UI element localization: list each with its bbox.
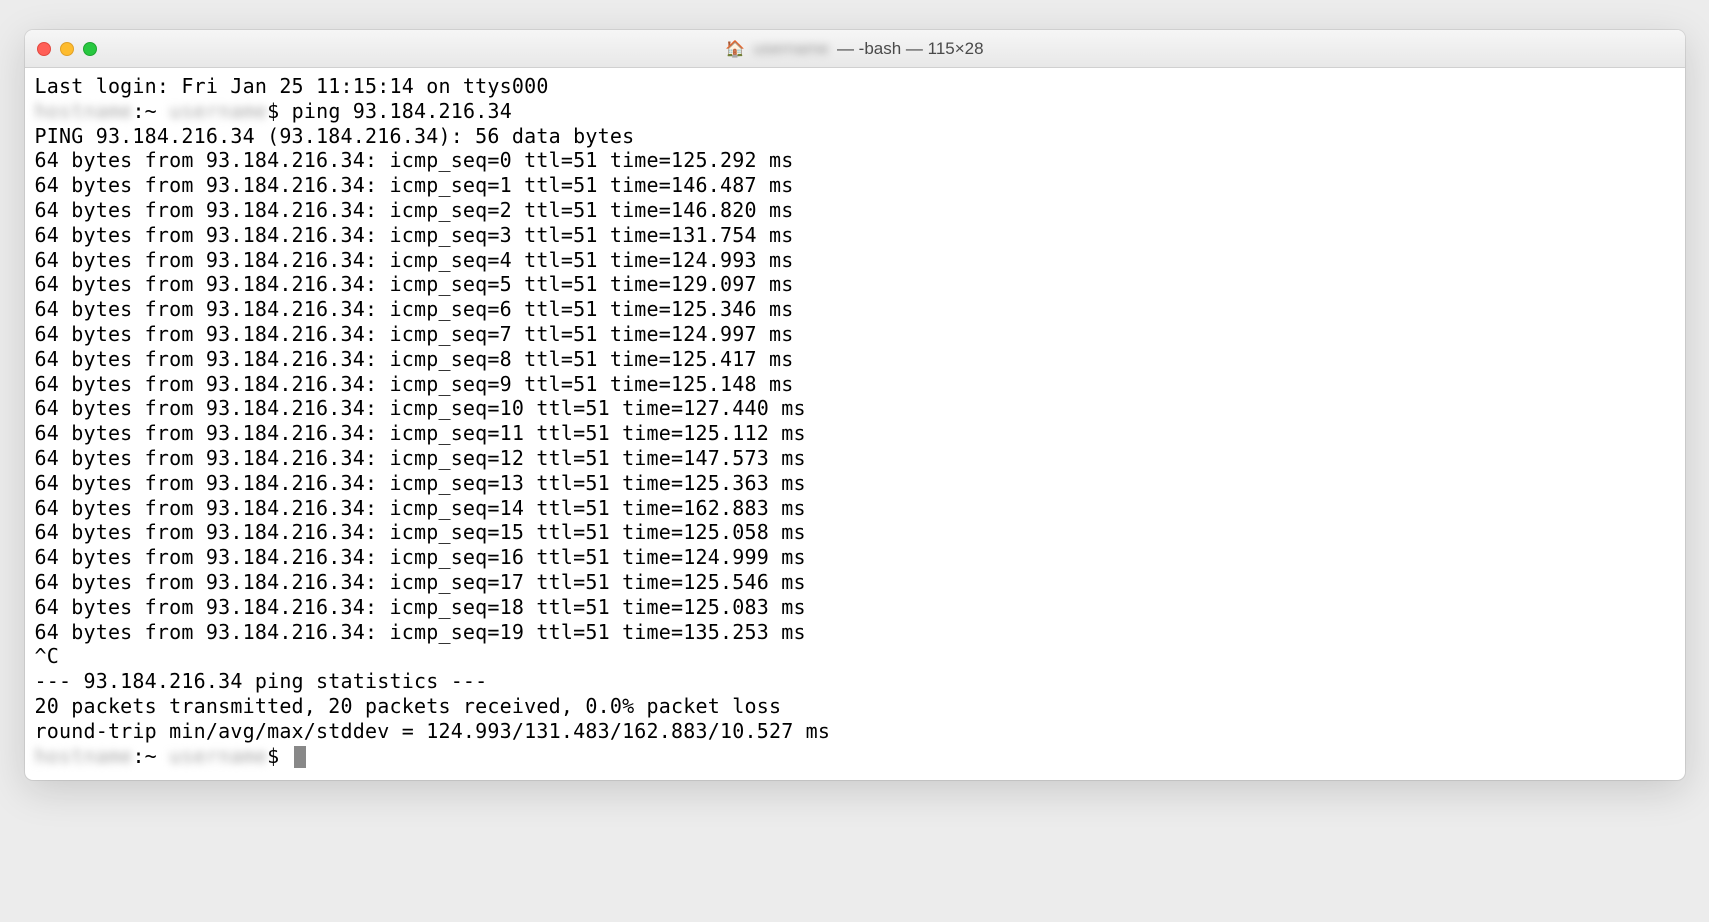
prompt-suffix: $ — [267, 744, 291, 768]
ping-reply-line: 64 bytes from 93.184.216.34: icmp_seq=10… — [35, 396, 1675, 421]
ping-reply-line: 64 bytes from 93.184.216.34: icmp_seq=5 … — [35, 272, 1675, 297]
maximize-button[interactable] — [83, 42, 97, 56]
window-titlebar[interactable]: 🏠 username — -bash — 115×28 — [25, 30, 1685, 68]
ping-reply-line: 64 bytes from 93.184.216.34: icmp_seq=2 … — [35, 198, 1675, 223]
stats-header-line: --- 93.184.216.34 ping statistics --- — [35, 669, 1675, 694]
ping-reply-line: 64 bytes from 93.184.216.34: icmp_seq=13… — [35, 471, 1675, 496]
stats-packets-line: 20 packets transmitted, 20 packets recei… — [35, 694, 1675, 719]
cursor — [294, 746, 306, 768]
ping-reply-line: 64 bytes from 93.184.216.34: icmp_seq=7 … — [35, 322, 1675, 347]
prompt-hostname-redacted: hostname — [35, 744, 133, 768]
ping-reply-line: 64 bytes from 93.184.216.34: icmp_seq=14… — [35, 496, 1675, 521]
ping-reply-line: 64 bytes from 93.184.216.34: icmp_seq=0 … — [35, 148, 1675, 173]
prompt-user-redacted: username — [169, 99, 267, 123]
ping-reply-line: 64 bytes from 93.184.216.34: icmp_seq=15… — [35, 520, 1675, 545]
ping-reply-line: 64 bytes from 93.184.216.34: icmp_seq=17… — [35, 570, 1675, 595]
window-title: 🏠 username — -bash — 115×28 — [725, 39, 983, 59]
home-icon: 🏠 — [725, 39, 745, 59]
ping-reply-line: 64 bytes from 93.184.216.34: icmp_seq=12… — [35, 446, 1675, 471]
title-shell-info: — -bash — 115×28 — [837, 39, 984, 59]
ping-replies: 64 bytes from 93.184.216.34: icmp_seq=0 … — [35, 148, 1675, 644]
ping-reply-line: 64 bytes from 93.184.216.34: icmp_seq=4 … — [35, 248, 1675, 273]
ping-reply-line: 64 bytes from 93.184.216.34: icmp_seq=9 … — [35, 372, 1675, 397]
close-button[interactable] — [37, 42, 51, 56]
command-text: ping 93.184.216.34 — [292, 99, 512, 123]
ping-reply-line: 64 bytes from 93.184.216.34: icmp_seq=11… — [35, 421, 1675, 446]
last-login-line: Last login: Fri Jan 25 11:15:14 on ttys0… — [35, 74, 1675, 99]
ping-reply-line: 64 bytes from 93.184.216.34: icmp_seq=3 … — [35, 223, 1675, 248]
ping-reply-line: 64 bytes from 93.184.216.34: icmp_seq=8 … — [35, 347, 1675, 372]
ping-reply-line: 64 bytes from 93.184.216.34: icmp_seq=6 … — [35, 297, 1675, 322]
prompt-user-redacted: username — [169, 744, 267, 768]
prompt-suffix: $ — [267, 99, 291, 123]
terminal-output[interactable]: Last login: Fri Jan 25 11:15:14 on ttys0… — [25, 68, 1685, 780]
ping-reply-line: 64 bytes from 93.184.216.34: icmp_seq=18… — [35, 595, 1675, 620]
title-user-redacted: username — [753, 39, 829, 59]
prompt-line-2: hostname:~ username$ — [35, 744, 1675, 769]
stats-rtt-line: round-trip min/avg/max/stddev = 124.993/… — [35, 719, 1675, 744]
prompt-mid: :~ — [132, 744, 169, 768]
prompt-hostname-redacted: hostname — [35, 99, 133, 123]
ping-header-line: PING 93.184.216.34 (93.184.216.34): 56 d… — [35, 124, 1675, 149]
ctrl-c-line: ^C — [35, 644, 1675, 669]
minimize-button[interactable] — [60, 42, 74, 56]
traffic-lights — [37, 42, 97, 56]
ping-reply-line: 64 bytes from 93.184.216.34: icmp_seq=1 … — [35, 173, 1675, 198]
ping-reply-line: 64 bytes from 93.184.216.34: icmp_seq=19… — [35, 620, 1675, 645]
prompt-line-1: hostname:~ username$ ping 93.184.216.34 — [35, 99, 1675, 124]
ping-reply-line: 64 bytes from 93.184.216.34: icmp_seq=16… — [35, 545, 1675, 570]
terminal-window: 🏠 username — -bash — 115×28 Last login: … — [25, 30, 1685, 780]
prompt-mid: :~ — [132, 99, 169, 123]
